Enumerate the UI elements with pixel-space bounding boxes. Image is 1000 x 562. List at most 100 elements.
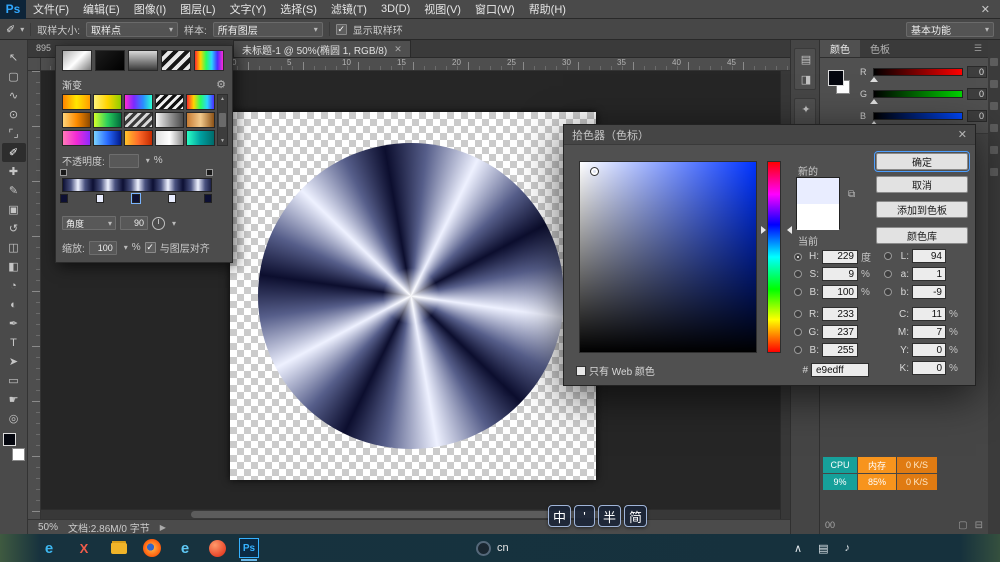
ime-width-key[interactable]: 半 bbox=[598, 505, 621, 527]
app-logo[interactable]: Ps bbox=[0, 0, 26, 19]
zoom-tool[interactable]: ◎ bbox=[2, 409, 26, 428]
b2-radio[interactable] bbox=[794, 346, 802, 354]
r-value-field[interactable]: 233 bbox=[822, 307, 858, 321]
current-color-swatch[interactable] bbox=[797, 204, 839, 230]
show-ring-checkbox[interactable]: ✓ bbox=[336, 24, 347, 35]
browser-icon[interactable] bbox=[209, 540, 226, 557]
b-value-field[interactable]: 100 bbox=[822, 285, 858, 299]
gradient-preset[interactable] bbox=[155, 130, 184, 146]
menu-filter[interactable]: 滤镜(T) bbox=[324, 0, 374, 19]
marquee-tool[interactable]: ▢ bbox=[2, 67, 26, 86]
path-select-tool[interactable]: ➤ bbox=[2, 352, 26, 371]
dodge-tool[interactable]: ◐ bbox=[2, 295, 26, 314]
menu-type[interactable]: 文字(Y) bbox=[223, 0, 274, 19]
close-icon[interactable]: ✕ bbox=[394, 44, 402, 55]
opacity-stop[interactable] bbox=[60, 169, 67, 176]
gradient-editor-bar[interactable] bbox=[62, 178, 212, 192]
menu-image[interactable]: 图像(I) bbox=[127, 0, 173, 19]
b-lab-value-field[interactable]: -9 bbox=[912, 285, 946, 299]
angle-mode-select[interactable]: 角度 ▾ bbox=[62, 216, 116, 230]
document-tab[interactable]: 未标题-1 @ 50%(椭圆 1, RGB/8) ✕ bbox=[233, 40, 411, 57]
ime-lang-key[interactable]: 简 bbox=[624, 505, 647, 527]
tray-expand-icon[interactable]: ∧ bbox=[794, 542, 802, 555]
k-value-field[interactable]: 0 bbox=[912, 361, 946, 375]
eraser-tool[interactable]: ◫ bbox=[2, 238, 26, 257]
hand-tool[interactable]: ☛ bbox=[2, 390, 26, 409]
collapsed-panel-icon[interactable] bbox=[990, 58, 998, 66]
sample-select[interactable]: 所有图层 ▾ bbox=[213, 22, 323, 37]
menu-select[interactable]: 选择(S) bbox=[273, 0, 324, 19]
opacity-field[interactable] bbox=[109, 154, 139, 168]
gradient-sample[interactable] bbox=[95, 50, 125, 71]
hue-slider-thumb[interactable] bbox=[761, 226, 770, 234]
saturation-brightness-field[interactable] bbox=[579, 161, 757, 353]
edge-icon[interactable]: e bbox=[38, 537, 60, 559]
gradient-preset[interactable] bbox=[186, 112, 215, 128]
ime-punct-key[interactable]: ' bbox=[574, 505, 595, 527]
a-value-field[interactable]: 1 bbox=[912, 267, 946, 281]
color-stop-selected[interactable] bbox=[132, 194, 140, 203]
gradient-preset[interactable] bbox=[93, 94, 122, 110]
l-radio[interactable] bbox=[884, 252, 892, 260]
ok-button[interactable]: 确定 bbox=[876, 153, 968, 170]
align-layer-checkbox[interactable]: ✓ bbox=[145, 242, 156, 253]
menu-view[interactable]: 视图(V) bbox=[417, 0, 468, 19]
slider-thumb[interactable] bbox=[870, 95, 878, 104]
close-icon[interactable]: ✕ bbox=[958, 128, 967, 141]
h-value-field[interactable]: 229 bbox=[822, 250, 858, 264]
status-arrow-icon[interactable]: ▶ bbox=[160, 523, 166, 532]
a-radio[interactable] bbox=[884, 270, 892, 278]
y-value-field[interactable]: 0 bbox=[912, 343, 946, 357]
r-radio[interactable] bbox=[794, 310, 802, 318]
window-close-icon[interactable]: ✕ bbox=[971, 3, 1000, 16]
blue-slider[interactable] bbox=[873, 112, 963, 120]
color-stop[interactable] bbox=[60, 194, 68, 203]
gradient-sample[interactable] bbox=[62, 50, 92, 71]
angle-dial[interactable] bbox=[152, 217, 165, 230]
current-tool-button[interactable]: ✐ ▾ bbox=[6, 23, 31, 36]
c-value-field[interactable]: 11 bbox=[912, 307, 946, 321]
opacity-stop[interactable] bbox=[206, 169, 213, 176]
red-slider[interactable] bbox=[873, 68, 963, 76]
green-slider[interactable] bbox=[873, 90, 963, 98]
crop-tool[interactable]: ⌜⌟ bbox=[2, 124, 26, 143]
ime-tray-indicator[interactable]: cn bbox=[476, 541, 509, 556]
collapsed-panel-icon[interactable] bbox=[990, 102, 998, 110]
document-canvas[interactable] bbox=[230, 112, 596, 480]
hex-field[interactable]: e9edff bbox=[811, 363, 869, 377]
menu-file[interactable]: 文件(F) bbox=[26, 0, 76, 19]
ie-icon[interactable]: e bbox=[174, 537, 196, 559]
hue-slider[interactable] bbox=[767, 161, 781, 353]
s-value-field[interactable]: 9 bbox=[822, 267, 858, 281]
foreground-swatch[interactable] bbox=[828, 70, 844, 86]
quick-select-tool[interactable]: ⊙ bbox=[2, 105, 26, 124]
tab-swatches[interactable]: 色板 bbox=[860, 40, 900, 57]
menu-3d[interactable]: 3D(D) bbox=[374, 0, 417, 19]
tray-volume-icon[interactable]: ♪ bbox=[845, 542, 851, 554]
gradient-preset[interactable] bbox=[186, 130, 215, 146]
gradient-preset[interactable] bbox=[62, 112, 91, 128]
blur-tool[interactable]: ◔ bbox=[2, 276, 26, 295]
scroll-up-icon[interactable]: ▲ bbox=[220, 96, 225, 102]
h-radio[interactable] bbox=[794, 253, 802, 261]
shape-tool[interactable]: ▭ bbox=[2, 371, 26, 390]
gradient-preset[interactable] bbox=[124, 112, 153, 128]
gradient-tool[interactable]: ◧ bbox=[2, 257, 26, 276]
ime-mode-key[interactable]: 中 bbox=[548, 505, 571, 527]
horizontal-scrollbar[interactable] bbox=[41, 509, 780, 519]
b-radio[interactable] bbox=[794, 288, 802, 296]
b-lab-radio[interactable] bbox=[884, 288, 892, 296]
color-libraries-button[interactable]: 颜色库 bbox=[876, 227, 968, 244]
gradient-sample[interactable] bbox=[161, 50, 191, 71]
s-radio[interactable] bbox=[794, 270, 802, 278]
m-value-field[interactable]: 7 bbox=[912, 325, 946, 339]
hue-slider-thumb[interactable] bbox=[783, 226, 792, 234]
color-field-marker[interactable] bbox=[590, 167, 599, 176]
slider-value[interactable]: 0 bbox=[967, 110, 987, 122]
dialog-title-bar[interactable]: 拾色器（色标） ✕ bbox=[564, 125, 975, 145]
menu-layer[interactable]: 图层(L) bbox=[173, 0, 222, 19]
eyedropper-tool[interactable]: ✐ bbox=[2, 143, 26, 162]
slider-thumb[interactable] bbox=[870, 73, 878, 82]
web-cube-icon[interactable]: ⧉ bbox=[848, 189, 855, 200]
angle-field[interactable]: 90 bbox=[120, 216, 148, 230]
